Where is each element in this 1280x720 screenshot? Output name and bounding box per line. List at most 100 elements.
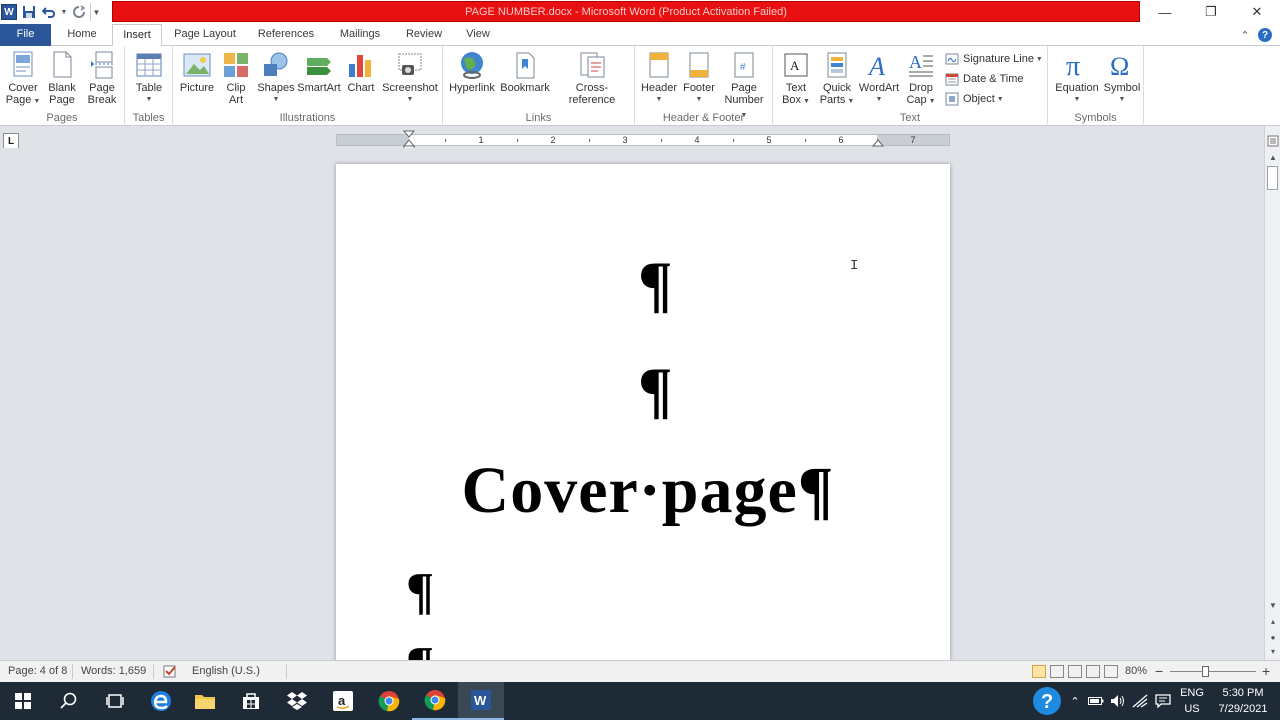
- previous-page-icon[interactable]: ▴: [1266, 614, 1280, 628]
- help-icon[interactable]: ?: [1256, 26, 1274, 44]
- zoom-slider-thumb[interactable]: [1202, 666, 1209, 677]
- group-symbols: π Equation ▼ Ω Symbol ▼ Symbols: [1048, 46, 1144, 126]
- file-explorer-button[interactable]: [182, 682, 228, 720]
- shapes-button[interactable]: Shapes ▼: [257, 50, 295, 106]
- scroll-down-icon[interactable]: ▼: [1266, 598, 1280, 612]
- footer-button[interactable]: Footer ▼: [679, 50, 719, 106]
- clip-art-button[interactable]: Clip Art: [221, 50, 251, 106]
- table-button[interactable]: Table ▼: [131, 50, 167, 106]
- quick-parts-button[interactable]: Quick Parts ▼: [817, 50, 857, 108]
- undo-dropdown-icon[interactable]: ▼: [60, 3, 68, 21]
- drop-cap-button[interactable]: A Drop Cap ▼: [901, 50, 941, 108]
- header-icon: [645, 50, 673, 80]
- date-time-button[interactable]: Date & Time: [945, 70, 1024, 88]
- hyperlink-button[interactable]: Hyperlink: [447, 50, 497, 94]
- full-screen-reading-icon[interactable]: [1050, 665, 1064, 678]
- page-count[interactable]: Page: 4 of 8: [8, 661, 67, 682]
- tab-file[interactable]: File: [0, 24, 51, 46]
- save-icon[interactable]: [20, 3, 38, 21]
- show-hidden-icons-icon[interactable]: ⌃: [1066, 682, 1084, 720]
- scroll-thumb[interactable]: [1267, 166, 1278, 190]
- edge-button[interactable]: [138, 682, 184, 720]
- tab-home[interactable]: Home: [56, 24, 108, 46]
- redo-icon[interactable]: [70, 3, 88, 21]
- text-box-button[interactable]: A Text Box ▼: [777, 50, 815, 108]
- screenshot-button[interactable]: Screenshot ▼: [381, 50, 439, 106]
- blank-page-button[interactable]: Blank Page: [44, 50, 80, 106]
- picture-button[interactable]: Picture: [177, 50, 217, 94]
- language-status[interactable]: English (U.S.): [192, 661, 260, 682]
- document-area: ¶ ¶ Cover·page¶ ¶ ¶ I: [0, 148, 1264, 660]
- tab-mailings[interactable]: Mailings: [330, 24, 390, 46]
- vertical-scrollbar[interactable]: ▲ ▼ ▴ ● ▾: [1264, 126, 1280, 660]
- horizontal-ruler[interactable]: 1 2 3 4 5 6 7: [336, 130, 950, 151]
- right-indent-marker-icon[interactable]: [872, 138, 884, 148]
- undo-icon[interactable]: [40, 3, 58, 21]
- close-button[interactable]: ✕: [1234, 0, 1280, 24]
- zoom-level[interactable]: 80%: [1125, 661, 1147, 682]
- dropbox-button[interactable]: [274, 682, 320, 720]
- bookmark-button[interactable]: Bookmark: [499, 50, 551, 94]
- signature-line-button[interactable]: Signature Line ▼: [945, 50, 1043, 68]
- action-center-icon[interactable]: [1152, 682, 1174, 720]
- tab-review[interactable]: Review: [398, 24, 450, 46]
- tab-insert[interactable]: Insert: [112, 24, 162, 47]
- volume-icon[interactable]: [1108, 682, 1128, 720]
- edge-icon: [151, 691, 171, 711]
- ruler-toggle-icon[interactable]: [1266, 134, 1280, 148]
- battery-icon[interactable]: [1086, 682, 1106, 720]
- scroll-up-icon[interactable]: ▲: [1266, 150, 1280, 164]
- header-button[interactable]: Header ▼: [639, 50, 679, 106]
- chrome-button-2[interactable]: [412, 682, 458, 720]
- web-layout-icon[interactable]: [1068, 665, 1082, 678]
- word-taskbar-button[interactable]: W: [458, 682, 504, 720]
- customize-qat-icon[interactable]: ▼: [90, 3, 102, 21]
- task-view-button[interactable]: [92, 682, 138, 720]
- page-break-button[interactable]: Page Break: [84, 50, 120, 106]
- next-page-icon[interactable]: ▾: [1266, 644, 1280, 658]
- document-page[interactable]: ¶ ¶ Cover·page¶ ¶ ¶ I: [336, 164, 950, 660]
- zoom-slider-track[interactable]: [1170, 671, 1256, 672]
- outline-view-icon[interactable]: [1086, 665, 1100, 678]
- object-button[interactable]: Object ▼: [945, 90, 1004, 108]
- minimize-button[interactable]: —: [1142, 0, 1188, 24]
- chart-button[interactable]: Chart: [343, 50, 379, 94]
- input-language[interactable]: ENG US: [1176, 685, 1208, 717]
- ribbon-tabs: File Home Insert Page Layout References …: [0, 24, 1280, 47]
- proofing-icon[interactable]: [162, 661, 178, 682]
- cross-reference-button[interactable]: Cross-reference: [553, 50, 631, 106]
- tab-page-layout[interactable]: Page Layout: [166, 24, 244, 46]
- ruler-number: 1: [478, 135, 484, 145]
- group-label-links: Links: [525, 112, 552, 124]
- print-layout-view-icon[interactable]: [1032, 665, 1046, 678]
- help-tray-button[interactable]: ?: [1030, 682, 1064, 720]
- tab-references[interactable]: References: [250, 24, 322, 46]
- tab-selector[interactable]: L: [3, 133, 19, 149]
- tab-view[interactable]: View: [456, 24, 500, 46]
- system-clock[interactable]: 5:30 PM 7/29/2021: [1212, 685, 1274, 717]
- zoom-out-button[interactable]: −: [1155, 661, 1163, 682]
- browse-object-icon[interactable]: ●: [1266, 630, 1280, 644]
- minimize-ribbon-icon[interactable]: ⌃: [1236, 26, 1254, 44]
- wordart-button[interactable]: A WordArt ▼: [857, 50, 901, 106]
- svg-text:A: A: [867, 52, 885, 79]
- cover-page-button[interactable]: Cover Page ▼: [4, 50, 42, 108]
- chrome-button[interactable]: [366, 682, 412, 720]
- group-text: A Text Box ▼ Quick Parts ▼ A WordArt ▼ A Dr…: [773, 46, 1048, 126]
- restore-button[interactable]: ❐: [1188, 0, 1234, 24]
- smartart-button[interactable]: SmartArt: [297, 50, 341, 94]
- draft-view-icon[interactable]: [1104, 665, 1118, 678]
- start-button[interactable]: [0, 682, 46, 720]
- omega-icon: Ω: [1108, 50, 1136, 80]
- symbol-button[interactable]: Ω Symbol ▼: [1104, 50, 1141, 106]
- network-icon[interactable]: [1130, 682, 1150, 720]
- word-app-icon[interactable]: W: [0, 3, 18, 21]
- zoom-in-button[interactable]: +: [1262, 661, 1270, 682]
- word-count[interactable]: Words: 1,659: [81, 661, 146, 682]
- store-button[interactable]: [228, 682, 274, 720]
- search-button[interactable]: [46, 682, 92, 720]
- amazon-button[interactable]: a: [320, 682, 366, 720]
- page-number-icon: #: [730, 50, 758, 80]
- equation-button[interactable]: π Equation ▼: [1052, 50, 1102, 106]
- ribbon-right-controls: ⌃ ?: [1234, 24, 1280, 46]
